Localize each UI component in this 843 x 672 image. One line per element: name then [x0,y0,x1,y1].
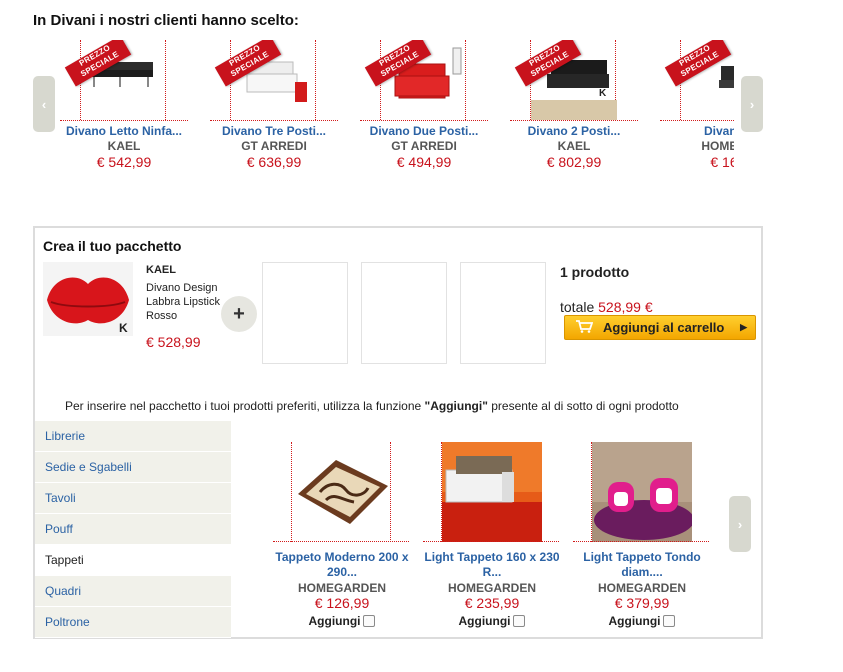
product-name-link[interactable]: Divano Letto Ninfa... [58,124,190,138]
product-brand: HOMEGARDEN [297,581,386,595]
product-name-link[interactable]: Divano Due Posti... [358,124,490,138]
chevron-right-icon: › [737,516,743,532]
product-name-link[interactable]: Divano [658,124,734,138]
product-price: € 16 [710,154,734,170]
add-checkbox[interactable] [513,615,526,627]
add-to-cart-button[interactable]: Aggiungi al carrello ▶ [564,315,756,340]
product-price: € 494,99 [396,154,452,170]
product-brand: GT ARREDI [391,139,457,153]
package-slot [460,262,546,364]
carousel-item[interactable]: PREZZO SPECIALE Divano Letto Ninfa... KAE… [58,40,190,180]
category-item-poltrone[interactable]: Poltrone [35,607,231,638]
package-count: 1 prodotto [560,264,630,280]
carousel-next-button[interactable]: › [741,76,763,132]
category-item-sedie-sgabelli[interactable]: Sedie e Sgabelli [35,452,231,483]
product-name-link[interactable]: Light Tappeto Tondo diam.... [573,550,711,580]
category-item-quadri[interactable]: Quadri [35,576,231,607]
carousel-item[interactable]: PREZZO SPECIALE Divano Due Posti... GT AR… [358,40,490,180]
product-image[interactable] [291,442,391,542]
add-to-package-toggle[interactable]: Aggiungi [573,614,711,628]
category-item-tappeti[interactable]: Tappeti [35,545,231,576]
product-price: € 542,99 [96,154,152,170]
package-product-brand: KAEL [146,264,176,276]
product-image[interactable] [591,442,694,542]
add-checkbox[interactable] [363,615,376,627]
products-next-button[interactable]: › [729,496,751,552]
svg-text:K: K [119,321,128,335]
product-price: € 379,99 [614,595,670,611]
svg-text:K: K [599,88,607,99]
package-slot [361,262,447,364]
carousel-prev-button[interactable]: ‹ [33,76,55,132]
add-to-cart-label: Aggiungi al carrello [603,320,725,335]
product-brand: KAEL [557,139,591,153]
cart-icon [575,319,594,336]
plus-icon: + [233,302,245,325]
package-total-amount: 528,99 € [598,299,653,315]
product-price: € 636,99 [246,154,302,170]
category-list: Librerie Sedie e Sgabelli Tavoli Pouff T… [35,421,231,638]
carousel-item[interactable]: PREZZO SPECIALE Divano Tre Posti... GT AR… [208,40,340,180]
package-title: Crea il tuo pacchetto [43,238,182,254]
arrow-right-icon: ▶ [740,322,747,332]
chevron-right-icon: › [749,96,755,112]
product-image[interactable] [441,442,542,542]
add-checkbox[interactable] [663,615,676,627]
package-product-image[interactable]: K [43,262,133,336]
add-to-package-button[interactable]: + [221,296,257,332]
product-name-link[interactable]: Light Tappeto 160 x 230 R... [423,550,561,580]
product-name-link[interactable]: Divano 2 Posti... [508,124,640,138]
product-brand: HOMEGARDEN [447,581,536,595]
product-name-link[interactable]: Divano Tre Posti... [208,124,340,138]
carousel-track: PREZZO SPECIALE Divano Letto Ninfa... KAE… [58,40,734,180]
product-price: € 235,99 [464,595,520,611]
package-total: totale 528,99 € [560,299,653,315]
chevron-left-icon: ‹ [41,96,47,112]
carousel-item[interactable]: K PREZZO SPECIALE Divano 2 Posti... KAEL … [508,40,640,180]
add-to-package-toggle[interactable]: Aggiungi [423,614,561,628]
category-item-pouff[interactable]: Pouff [35,514,231,545]
package-product-description: Divano Design Labbra Lipstick Rosso [146,282,220,322]
product-price: € 802,99 [546,154,602,170]
product-brand: KAEL [107,139,141,153]
category-item-tavoli[interactable]: Tavoli [35,483,231,514]
package-slot [262,262,348,364]
product-price: € 126,99 [314,595,370,611]
package-builder: Crea il tuo pacchetto K KAEL Divano Desi… [33,226,763,639]
package-product-price: € 528,99 [146,334,201,350]
product-brand: GT ARREDI [241,139,307,153]
add-to-package-toggle[interactable]: Aggiungi [273,614,411,628]
product-name-link[interactable]: Tappeto Moderno 200 x 290... [273,550,411,580]
product-brand: HOMEG [701,139,734,153]
section-heading: In Divani i nostri clienti hanno scelto: [33,12,299,29]
category-item-librerie[interactable]: Librerie [35,421,231,452]
product-brand: HOMEGARDEN [597,581,686,595]
carousel-item[interactable]: PREZZOSPECIALE Divano HOMEG € 16 [658,40,734,180]
package-hint: Per inserire nel pacchetto i tuoi prodot… [65,399,679,413]
